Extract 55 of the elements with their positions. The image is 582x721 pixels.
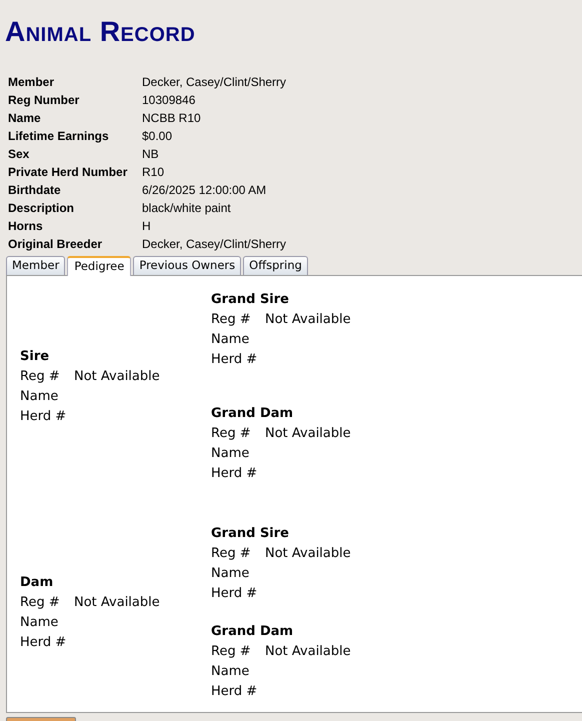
reg-label: Reg # — [20, 368, 61, 386]
detail-label: Lifetime Earnings — [8, 128, 110, 145]
detail-label: Reg Number — [8, 92, 80, 109]
name-label: Name — [211, 663, 250, 681]
reg-label: Reg # — [211, 311, 252, 329]
detail-label: Horns — [8, 218, 44, 235]
tab[interactable]: Offspring — [243, 256, 308, 275]
reg-label: Reg # — [211, 425, 252, 443]
name-label: Name — [20, 388, 60, 406]
detail-label: Original Breeder — [8, 236, 104, 253]
detail-label: Member — [8, 74, 56, 91]
animal-heading: Grand Dam — [211, 405, 294, 423]
detail-value: $0.00 — [142, 128, 172, 145]
reg-value: Not Available — [265, 425, 351, 443]
detail-value: black/white paint — [142, 200, 231, 217]
reg-label: Reg # — [20, 594, 61, 612]
tab[interactable]: Member — [6, 256, 66, 275]
herd-label: Herd # — [211, 465, 258, 483]
name-label: Name — [20, 614, 60, 632]
herd-label: Herd # — [20, 634, 68, 652]
detail-value: H — [142, 218, 151, 235]
reg-value: Not Available — [74, 368, 160, 386]
name-label: Name — [211, 445, 250, 463]
detail-value: R10 — [142, 164, 164, 181]
herd-label: Herd # — [211, 351, 258, 369]
detail-label: Sex — [8, 146, 30, 163]
animal-heading: Sire — [20, 348, 50, 366]
reg-value: Not Available — [74, 594, 160, 612]
reg-label: Reg # — [211, 545, 252, 563]
name-label: Name — [211, 331, 250, 349]
detail-value: NB — [142, 146, 159, 163]
detail-value: Decker, Casey/Clint/Sherry — [142, 236, 286, 253]
animal-heading: Grand Dam — [211, 623, 294, 641]
reg-value: Not Available — [265, 311, 351, 329]
name-label: Name — [211, 565, 250, 583]
animal-heading: Grand Sire — [211, 525, 290, 543]
tab[interactable]: Pedigree — [67, 256, 132, 276]
detail-label: Birthdate — [8, 182, 62, 199]
herd-label: Herd # — [211, 585, 258, 603]
animal-heading: Dam — [20, 574, 54, 592]
herd-label: Herd # — [20, 408, 68, 426]
detail-label: Description — [8, 200, 76, 217]
detail-value: 6/26/2025 12:00:00 AM — [142, 182, 266, 199]
page-title: Animal Record — [4, 15, 196, 48]
reg-label: Reg # — [211, 643, 252, 661]
detail-value: 10309846 — [142, 92, 196, 109]
herd-label: Herd # — [211, 683, 258, 701]
detail-value: NCBB R10 — [142, 110, 201, 127]
tab[interactable]: Previous Owners — [133, 256, 242, 275]
reg-value: Not Available — [265, 643, 351, 661]
detail-value: Decker, Casey/Clint/Sherry — [142, 74, 286, 91]
animal-heading: Grand Sire — [211, 291, 290, 309]
detail-label: Name — [8, 110, 42, 127]
detail-label: Private Herd Number — [8, 164, 128, 181]
reg-value: Not Available — [265, 545, 351, 563]
